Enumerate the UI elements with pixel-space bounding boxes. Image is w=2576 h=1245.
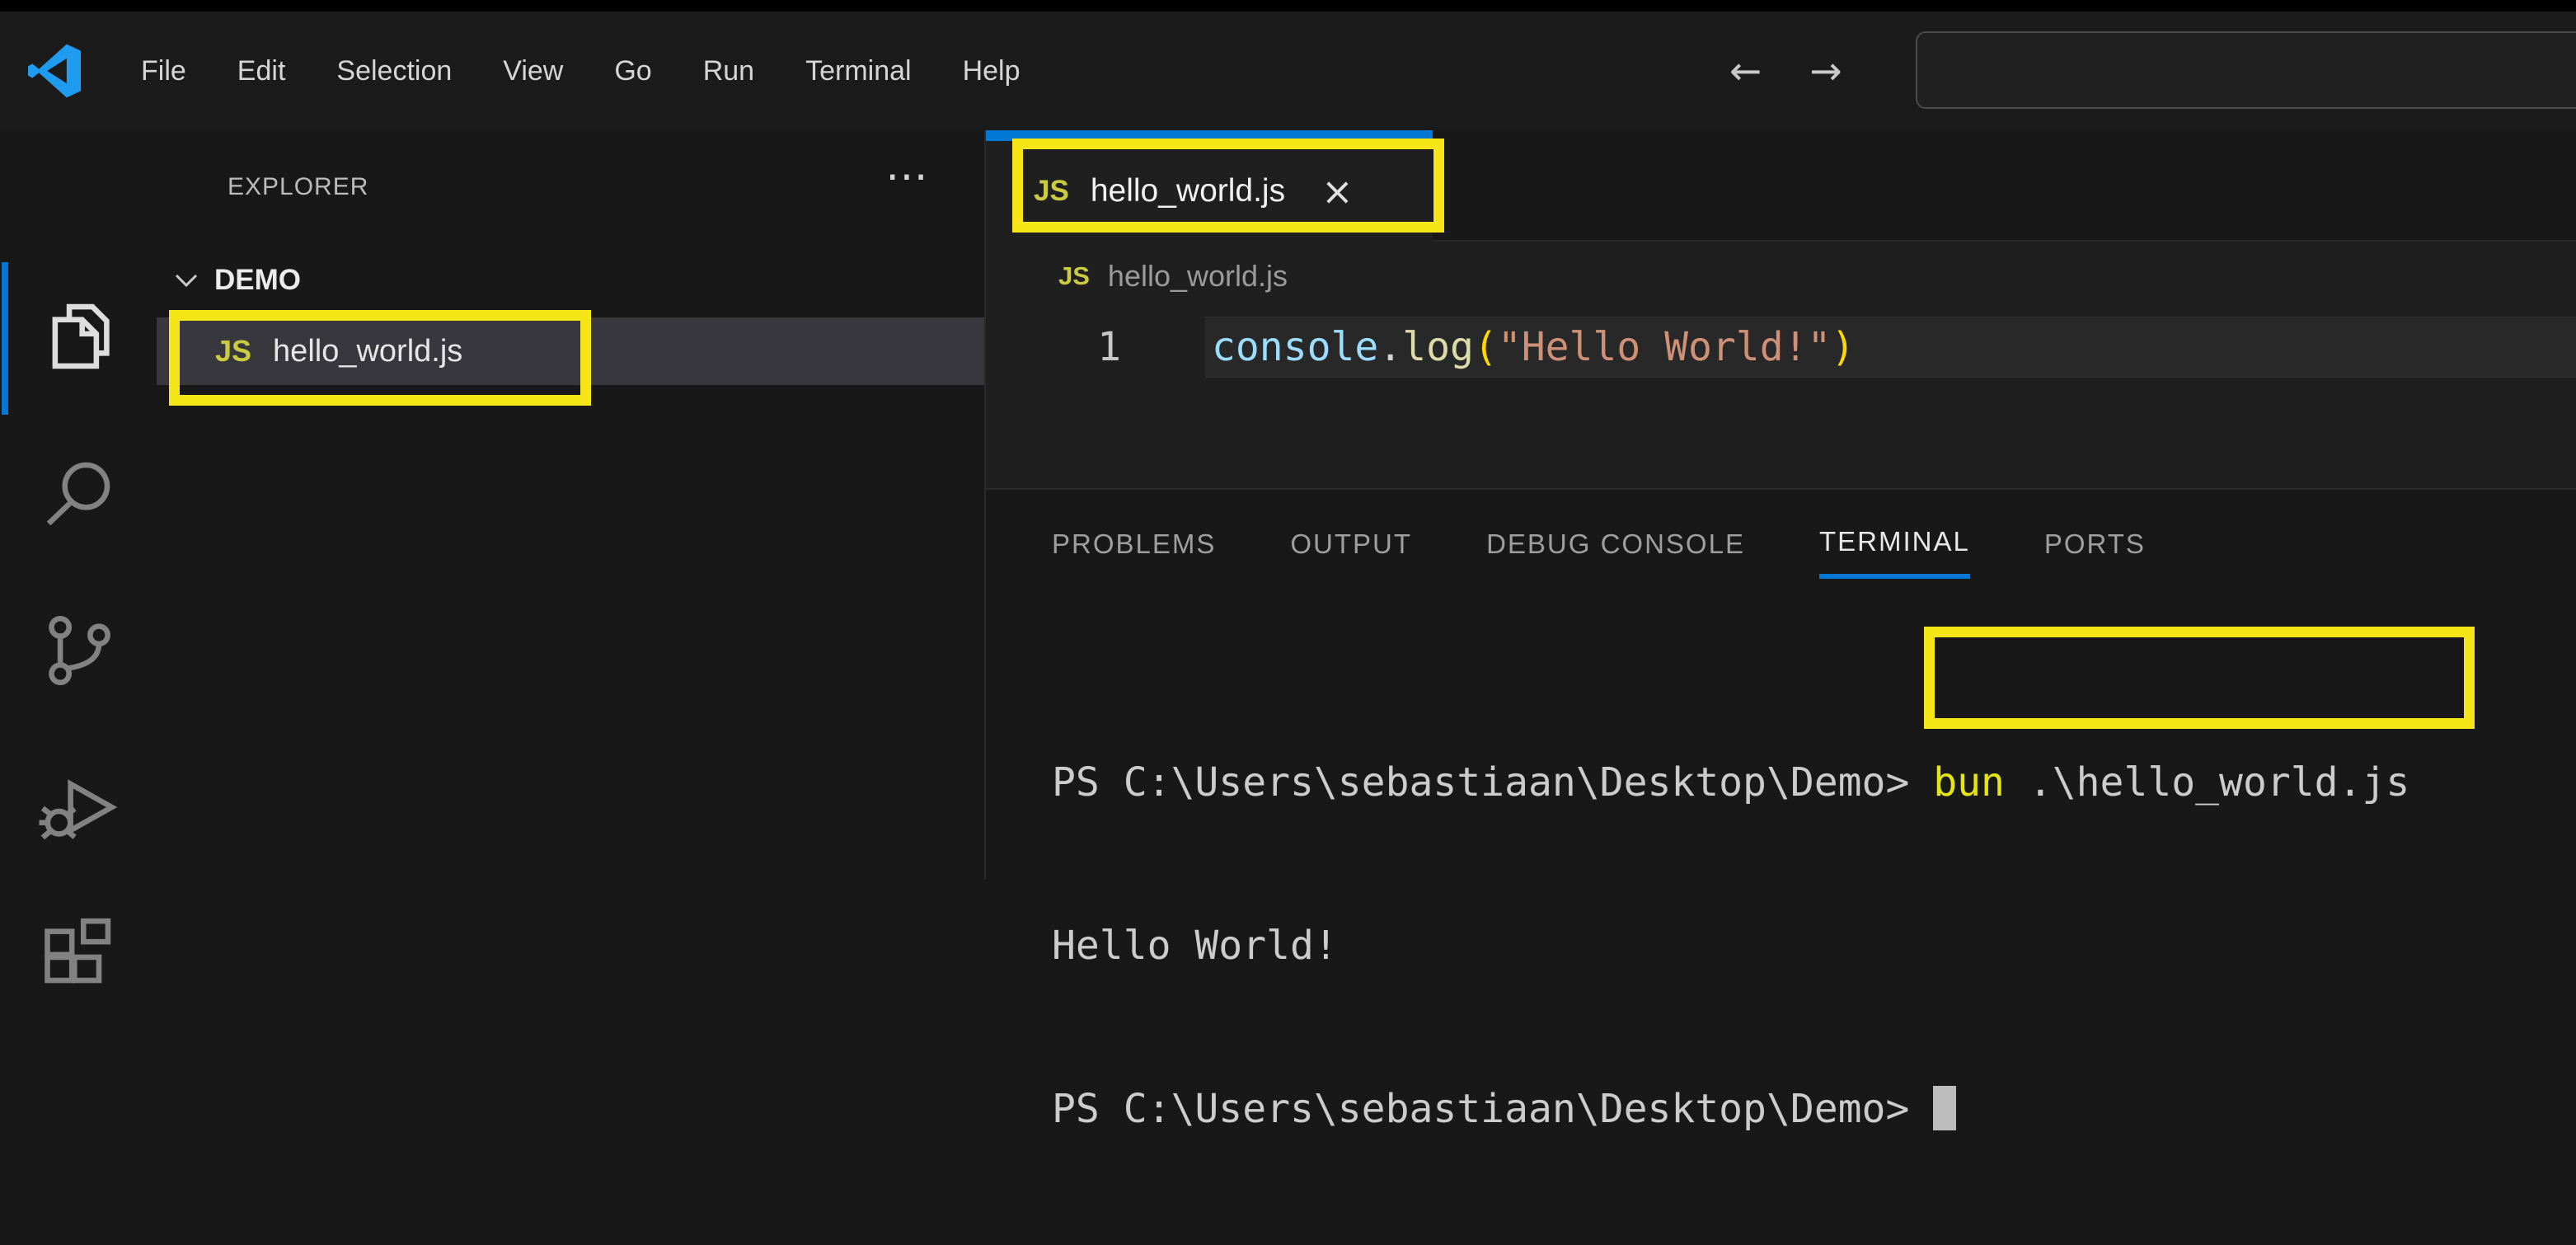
panel-tab-debug-console[interactable]: DEBUG CONSOLE	[1486, 510, 1745, 579]
terminal-output-text: Hello World!	[1052, 923, 1338, 969]
more-actions-icon[interactable]: ⋯	[885, 155, 928, 198]
command-center-search-input[interactable]	[1916, 31, 2576, 109]
terminal-line: PS C:\Users\sebastiaan\Desktop\Demo> bun…	[1052, 755, 2409, 810]
chevron-down-icon	[173, 271, 199, 289]
javascript-file-icon: JS	[215, 334, 251, 369]
terminal-output[interactable]: PS C:\Users\sebastiaan\Desktop\Demo> bun…	[1052, 646, 2409, 1245]
activity-item-source-control[interactable]	[0, 609, 157, 692]
menu-selection[interactable]: Selection	[311, 12, 477, 130]
search-icon	[37, 453, 120, 535]
bottom-panel: PROBLEMS OUTPUT DEBUG CONSOLE TERMINAL P…	[986, 488, 2576, 880]
folder-name: DEMO	[214, 264, 301, 297]
window-top-edge	[0, 0, 2576, 12]
vscode-logo-icon	[28, 44, 82, 98]
panel-tab-terminal[interactable]: TERMINAL	[1819, 510, 1970, 579]
tab-hello-world-js[interactable]: JS hello_world.js ×	[986, 130, 1433, 242]
token-string: "Hello World!"	[1498, 324, 1832, 370]
files-icon	[37, 295, 120, 378]
breadcrumb[interactable]: JS hello_world.js	[986, 243, 2576, 309]
history-navigation: ← →	[1729, 12, 1842, 130]
terminal-command-bun: bun	[1933, 759, 2005, 806]
title-bar: File Edit Selection View Go Run Terminal…	[0, 12, 2576, 130]
editor-group: JS hello_world.js × JS hello_world.js 1 …	[986, 130, 2576, 880]
menu-view[interactable]: View	[477, 12, 589, 130]
activity-bar	[0, 130, 157, 880]
terminal-cursor	[1933, 1086, 1956, 1130]
javascript-file-icon: JS	[1034, 175, 1069, 208]
code-editor[interactable]: 1 console.log("Hello World!")	[986, 309, 2576, 488]
source-control-branch-icon	[37, 609, 120, 692]
line-number: 1	[986, 317, 1121, 378]
terminal-line: Hello World!	[1052, 918, 2409, 973]
activity-item-run-debug[interactable]	[0, 766, 157, 848]
activity-item-search[interactable]	[0, 453, 157, 535]
panel-tab-problems[interactable]: PROBLEMS	[1052, 510, 1216, 579]
menu-terminal[interactable]: Terminal	[780, 12, 936, 130]
terminal-prompt: PS C:\Users\sebastiaan\Desktop\Demo>	[1052, 759, 1933, 806]
file-item-hello-world-js[interactable]: JS hello_world.js	[157, 317, 984, 385]
sidebar-title: EXPLORER	[228, 173, 368, 201]
debug-bug-play-icon	[37, 766, 120, 848]
folder-section-demo[interactable]: DEMO	[157, 251, 984, 309]
panel-tab-output[interactable]: OUTPUT	[1290, 510, 1412, 579]
terminal-prompt: PS C:\Users\sebastiaan\Desktop\Demo>	[1052, 1086, 1933, 1132]
menu-go[interactable]: Go	[589, 12, 677, 130]
menu-run[interactable]: Run	[678, 12, 780, 130]
explorer-sidebar: EXPLORER ⋯ DEMO JS hello_world.js	[157, 130, 986, 880]
panel-tab-bar: PROBLEMS OUTPUT DEBUG CONSOLE TERMINAL P…	[1052, 510, 2146, 579]
forward-arrow-icon[interactable]: →	[1809, 49, 1842, 94]
menu-help[interactable]: Help	[937, 12, 1046, 130]
panel-tab-ports[interactable]: PORTS	[2044, 510, 2146, 579]
terminal-line: PS C:\Users\sebastiaan\Desktop\Demo>	[1052, 1082, 2409, 1136]
code-line: console.log("Hello World!")	[1212, 317, 1855, 378]
back-arrow-icon[interactable]: ←	[1729, 49, 1762, 94]
menu-bar: File Edit Selection View Go Run Terminal…	[115, 12, 1046, 130]
token-dot: .	[1378, 324, 1402, 370]
extensions-icon	[37, 907, 120, 989]
menu-edit[interactable]: Edit	[212, 12, 312, 130]
terminal-command-args: .\hello_world.js	[2005, 759, 2409, 806]
javascript-file-icon: JS	[1058, 261, 1090, 291]
close-icon[interactable]: ×	[1321, 172, 1354, 210]
token-close-paren: )	[1831, 324, 1855, 370]
menu-file[interactable]: File	[115, 12, 212, 130]
activity-item-explorer[interactable]	[0, 295, 157, 378]
token-log: log	[1402, 324, 1474, 370]
activity-item-extensions[interactable]	[0, 907, 157, 989]
token-open-paren: (	[1474, 324, 1498, 370]
token-console: console	[1212, 324, 1378, 370]
file-name: hello_world.js	[273, 334, 462, 369]
breadcrumb-file-name: hello_world.js	[1108, 259, 1288, 294]
editor-tab-bar: JS hello_world.js ×	[986, 130, 2576, 242]
tab-label: hello_world.js	[1091, 173, 1285, 209]
